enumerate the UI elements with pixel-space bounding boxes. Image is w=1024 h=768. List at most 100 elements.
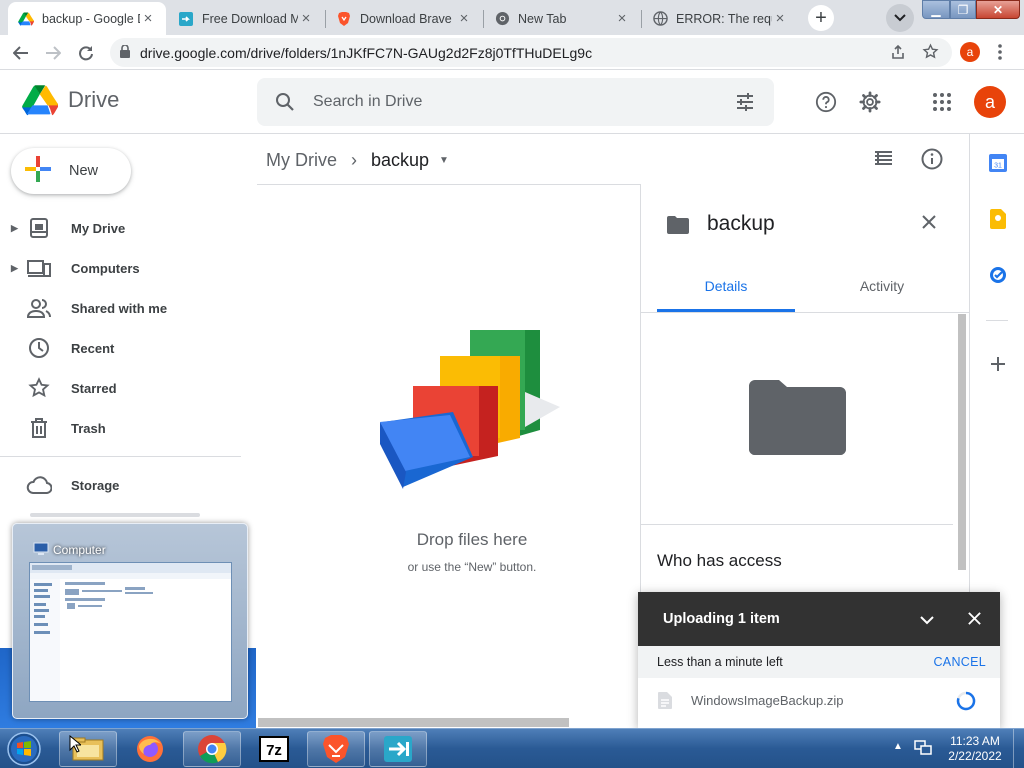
sidebar-item-starred[interactable]: Starred [0, 368, 241, 408]
help-icon[interactable] [810, 86, 842, 118]
horizontal-scrollbar[interactable] [258, 718, 569, 727]
7zip-icon: 7z [259, 736, 289, 762]
search-input[interactable]: Search in Drive [313, 93, 422, 111]
taskbar-window-preview[interactable]: Computer [12, 523, 248, 719]
minimize-window-button[interactable]: ▁ [922, 0, 950, 19]
sidebar-item-label: Computers [71, 260, 140, 276]
tab-backup-google-drive[interactable]: backup - Google Drive × [8, 2, 166, 35]
chevron-down-icon[interactable] [920, 612, 934, 630]
tab-activity[interactable]: Activity [813, 278, 951, 294]
caret-down-icon[interactable]: ▼ [439, 155, 449, 166]
network-icon[interactable] [914, 740, 932, 761]
close-tab-icon[interactable]: × [772, 10, 788, 27]
back-button[interactable] [8, 40, 34, 66]
svg-text:31: 31 [994, 163, 1002, 170]
sidebar-item-storage[interactable]: Storage [0, 465, 241, 505]
taskbar-7zip[interactable]: 7z [245, 731, 303, 767]
show-desktop-button[interactable] [1013, 729, 1024, 768]
bookmark-star-icon[interactable] [922, 43, 939, 63]
arrow-left-icon [13, 46, 28, 60]
windows-taskbar: 7z ▲ 11:23 AM 2/22/2022 [0, 728, 1024, 768]
forward-button[interactable] [40, 40, 66, 66]
browser-menu-icon[interactable] [998, 44, 1002, 65]
brave-icon [336, 11, 352, 27]
globe-icon [652, 11, 668, 27]
expand-arrow-icon[interactable]: ▶ [11, 223, 18, 234]
drive-logo[interactable]: Drive [22, 84, 119, 116]
restore-window-button[interactable]: ❐ [950, 0, 976, 19]
preview-thumbnail [29, 562, 232, 702]
clock-date: 2/22/2022 [948, 749, 1002, 763]
account-avatar[interactable]: a [974, 86, 1006, 118]
taskbar-brave[interactable] [307, 731, 365, 767]
taskbar-chrome[interactable] [183, 731, 241, 767]
tab-download-brave[interactable]: Download Brave Browser × [326, 2, 482, 35]
url-text: drive.google.com/drive/folders/1nJKfFC7N… [140, 44, 593, 61]
tray-expand-icon[interactable]: ▲ [893, 741, 903, 752]
breadcrumb-current-folder[interactable]: backup [371, 150, 429, 171]
folder-preview-icon [749, 380, 846, 460]
close-tab-icon[interactable]: × [456, 10, 472, 27]
chevron-right-icon: › [351, 149, 357, 170]
lock-icon [120, 43, 130, 61]
close-tab-icon[interactable]: × [140, 10, 156, 27]
add-addon-plus-icon[interactable] [987, 353, 1009, 375]
tab-new-tab[interactable]: New Tab × [484, 2, 640, 35]
close-tab-icon[interactable]: × [298, 10, 314, 27]
list-view-icon[interactable] [874, 150, 893, 171]
taskbar-clock[interactable]: 11:23 AM 2/22/2022 [946, 734, 1004, 764]
cancel-upload-button[interactable]: CANCEL [933, 655, 986, 669]
sidebar-item-recent[interactable]: Recent [0, 328, 241, 368]
tasks-icon[interactable] [987, 264, 1009, 286]
details-scrollbar[interactable] [958, 314, 966, 570]
tab-title: Download Brave Browser [360, 11, 456, 26]
close-icon[interactable] [921, 214, 937, 235]
keep-icon[interactable] [987, 208, 1009, 230]
share-icon[interactable] [890, 44, 906, 63]
search-icon[interactable] [275, 92, 295, 117]
expand-arrow-icon[interactable]: ▶ [11, 263, 18, 274]
drive-search[interactable]: Search in Drive [257, 78, 774, 126]
fdm-icon [384, 736, 412, 762]
close-icon[interactable] [967, 611, 982, 631]
taskbar-firefox[interactable] [121, 731, 179, 767]
tab-divider [641, 312, 970, 313]
search-options-icon[interactable] [735, 92, 755, 117]
tab-details[interactable]: Details [657, 278, 795, 294]
new-tab-button[interactable]: + [808, 5, 834, 31]
shared-icon [26, 296, 52, 320]
info-icon[interactable] [921, 148, 943, 175]
taskbar-file-explorer[interactable] [59, 731, 117, 767]
upload-time-remaining: Less than a minute left [657, 655, 783, 669]
tab-title: New Tab [518, 11, 567, 26]
fdm-icon [178, 11, 194, 27]
address-bar[interactable]: drive.google.com/drive/folders/1nJKfFC7N… [110, 38, 952, 67]
reload-button[interactable] [73, 40, 99, 66]
sidebar-item-my-drive[interactable]: ▶ My Drive [0, 208, 241, 248]
computers-icon [26, 256, 52, 280]
windows-start-button[interactable] [4, 730, 44, 768]
star-icon [26, 376, 52, 400]
calendar-icon[interactable]: 31 [987, 152, 1009, 174]
settings-gear-icon[interactable] [854, 86, 886, 118]
sidebar-item-trash[interactable]: Trash [0, 408, 241, 448]
sidebar-item-computers[interactable]: ▶ Computers [0, 248, 241, 288]
sidebar-item-label: Recent [71, 340, 115, 356]
chevron-down-icon [894, 14, 906, 22]
empty-state-subtitle: or use the “New” button. [407, 560, 537, 574]
sidebar-item-shared[interactable]: Shared with me [0, 288, 241, 328]
computer-icon [33, 542, 49, 555]
breadcrumb-my-drive[interactable]: My Drive [266, 150, 337, 171]
storage-usage-bar [30, 513, 200, 517]
taskbar-free-download-manager[interactable] [369, 731, 427, 767]
close-window-button[interactable]: ✕ [976, 0, 1020, 19]
tab-free-download-manager[interactable]: Free Download Manager × [168, 2, 324, 35]
browser-profile-avatar[interactable]: a [960, 42, 980, 62]
new-button[interactable]: New [11, 148, 131, 194]
apps-grid-icon[interactable] [926, 86, 958, 118]
tab-search-button[interactable] [886, 4, 914, 32]
cloud-icon [26, 473, 52, 497]
brave-icon [323, 735, 349, 763]
close-tab-icon[interactable]: × [614, 10, 630, 27]
tab-error[interactable]: ERROR: The requested URL × [642, 2, 798, 35]
